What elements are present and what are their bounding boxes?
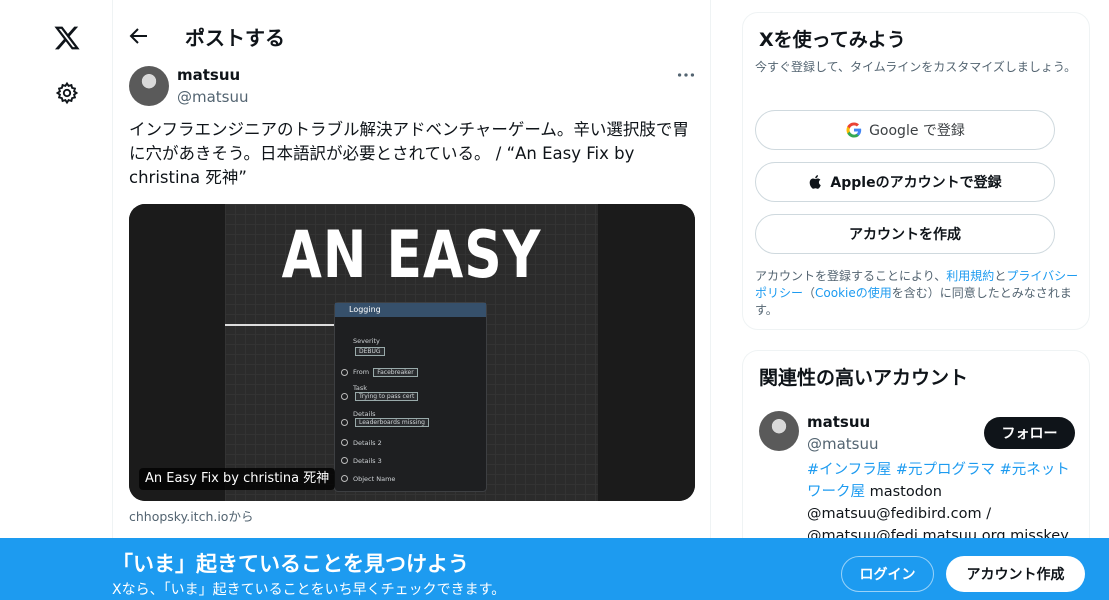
node-from-label: From [353,368,370,376]
node-details-row: Leaderboards missing [353,418,429,427]
avatar[interactable] [129,66,169,106]
banner-title: 「いま」起きていることを見つけよう [112,552,469,576]
node-severity-row: DEBUG [353,347,385,356]
node-details3-label: Details 3 [353,457,382,465]
card-domain[interactable]: chhopsky.itch.ioから [129,506,253,525]
google-signup-label: Google で登録 [869,123,965,139]
related-account-bio: #インフラ屋 #元プログラマ #元ネットワーク屋 mastodon @matsu… [807,459,1083,547]
main-column: ポストする matsuu @matsuu インフラエンジニアのトラブル解決アドベ… [112,0,711,600]
node-title: Logging [335,303,486,317]
page-header: ポストする [113,0,712,53]
node-details-label: Details [353,410,376,418]
card-caption: An Easy Fix by christina 死神 [139,468,336,490]
post-text: インフラエンジニアのトラブル解決アドベンチャーゲーム。辛い選択肢で胃に穴があきそ… [129,120,689,187]
banner-subtitle: Xなら、「いま」起きていることをいち早くチェックできます。 [112,582,506,598]
node-pin [341,475,348,482]
google-signup-button[interactable]: Google で登録 [755,110,1055,150]
signup-panel: Xを使ってみよう 今すぐ登録して、タイムラインをカスタマイズしましょう。 Goo… [742,12,1090,330]
page-title: ポストする [185,26,285,50]
arrow-left-icon[interactable] [127,24,151,48]
cookie-link[interactable]: Cookieの使用 [815,286,892,300]
signup-button[interactable]: アカウント作成 [946,556,1085,592]
related-title: 関連性の高いアカウント [759,367,969,389]
x-logo-icon[interactable] [53,24,81,52]
legal-and: と [994,269,1007,283]
node-severity-label: Severity [353,337,380,345]
node-details-value: Leaderboards missing [355,418,429,427]
legal-paren: （ [803,286,816,300]
related-account-name[interactable]: matsuu [807,413,870,431]
author-name[interactable]: matsuu [177,66,240,84]
card-image-right [598,204,695,501]
node-from-row: From Facebreaker [353,368,418,377]
signup-subtitle: 今すぐ登録して、タイムラインをカスタマイズしましょう。 [755,60,1077,74]
terms-link[interactable]: 利用規約 [946,269,994,283]
login-button[interactable]: ログイン [841,556,934,592]
apple-signup-button[interactable]: Appleのアカウントで登録 [755,162,1055,202]
node-task-value: Trying to pass cert [355,392,419,401]
more-horizontal-icon[interactable] [675,64,697,86]
card-image-left [129,204,225,501]
node-pin [341,369,348,376]
node-task-label: Task [353,384,368,392]
apple-signup-label: Appleのアカウントで登録 [830,175,1002,191]
node-pin [341,393,348,400]
node-pin [341,439,348,446]
node-from-value: Facebreaker [373,368,418,377]
legal-prefix: アカウントを登録することにより、 [755,269,947,283]
logging-node: Logging Severity DEBUG From Facebreaker … [334,302,487,492]
related-account-handle[interactable]: @matsuu [807,435,879,453]
legal-notice: アカウントを登録することにより、利用規約とプライバシーポリシー（Cookieの使… [755,268,1085,319]
card-connector-line [225,324,337,326]
gear-icon[interactable] [55,81,79,105]
avatar[interactable] [759,411,799,451]
left-nav [0,0,112,600]
google-icon [846,122,862,138]
create-account-button[interactable]: アカウントを作成 [755,214,1055,254]
link-card[interactable]: AN EASY FIX Logging Severity DEBUG From … [129,204,695,501]
apple-icon [810,175,822,189]
node-task-row: Trying to pass cert [353,392,419,401]
node-object-label: Object Name [353,475,396,483]
create-account-label: アカウントを作成 [849,227,961,243]
node-pin [341,457,348,464]
node-pin [341,419,348,426]
follow-button[interactable]: フォロー [984,417,1075,449]
author-handle[interactable]: @matsuu [177,88,249,106]
signup-title: Xを使ってみよう [759,29,906,51]
node-details2-label: Details 2 [353,439,382,447]
node-severity-value: DEBUG [355,347,385,356]
